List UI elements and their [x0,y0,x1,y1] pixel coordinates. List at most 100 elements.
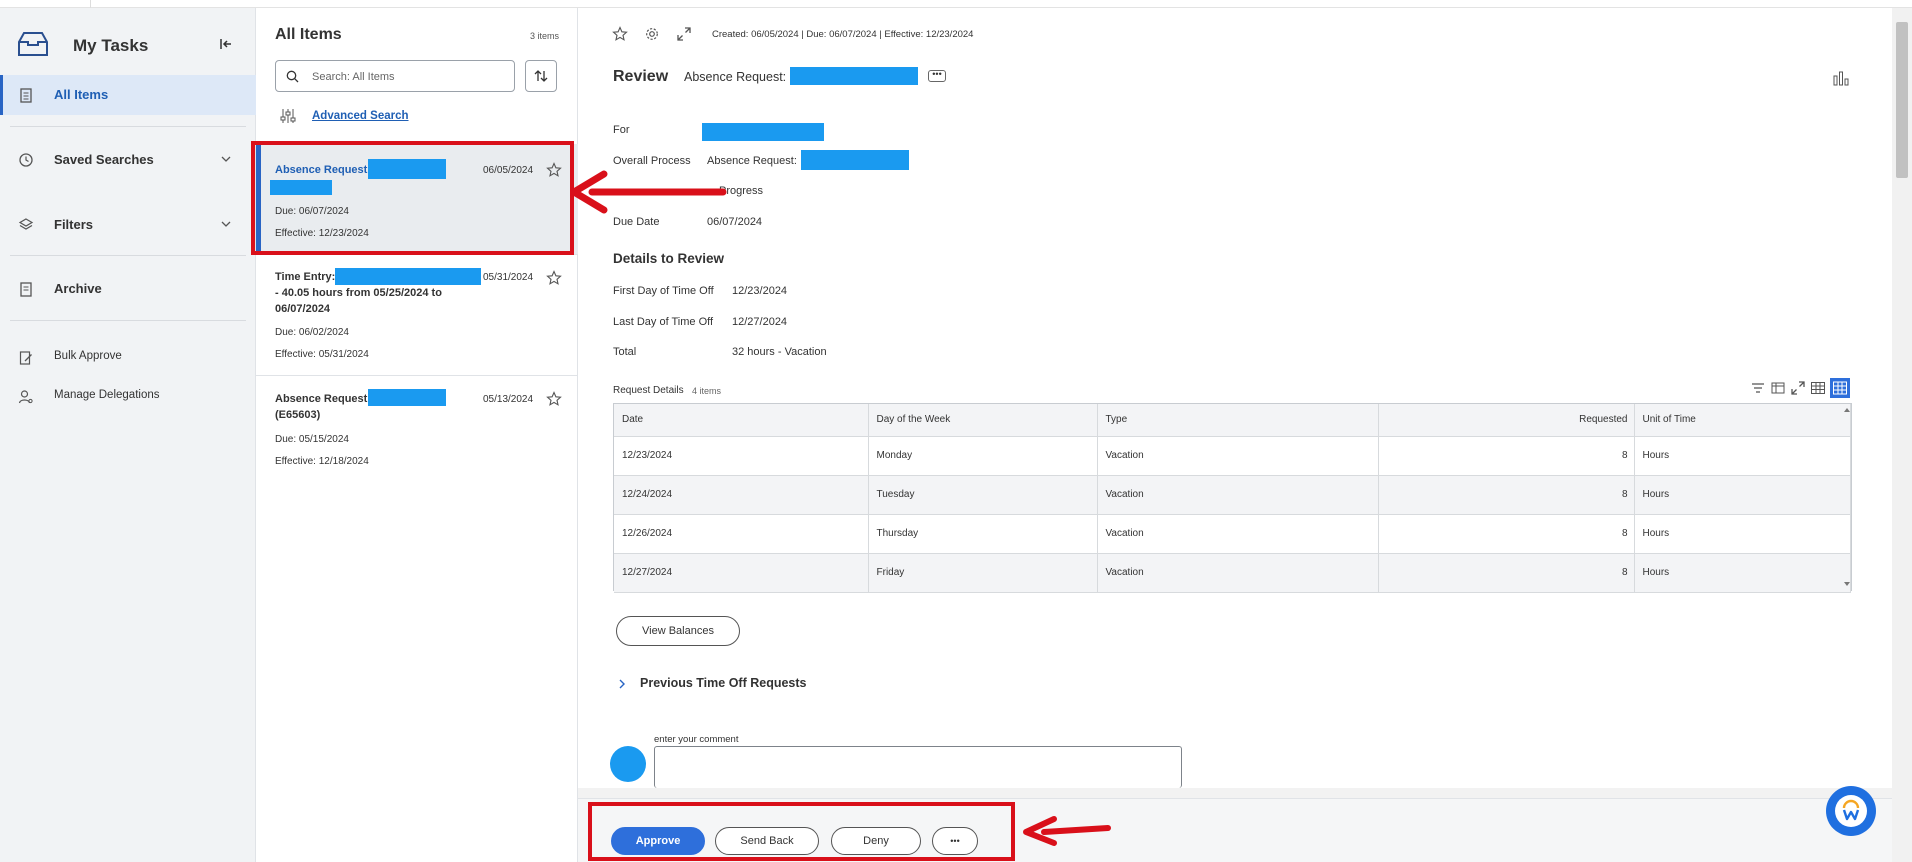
table-cell: Vacation [1097,514,1379,554]
sidebar-item-all-items[interactable]: All Items [0,75,256,115]
table-cell: 8 [1378,553,1635,593]
table-row: 12/24/2024 Tuesday Vacation 8 Hours [614,475,1851,515]
advanced-search-label: Advanced Search [312,110,409,122]
task-list-panel: All Items 3 items Advanced Search Absenc… [256,8,578,862]
sidebar-item-filters[interactable]: Filters [0,205,256,245]
card-title: Time Entry: [275,271,336,283]
sidebar-item-label: Archive [54,281,102,296]
card-title: - 40.05 hours from 05/25/2024 to [275,287,442,299]
redaction-block [368,389,446,406]
star-icon[interactable] [546,270,562,286]
annotation-arrow-icon [570,170,727,214]
horizontal-scrollbar[interactable] [578,788,1892,798]
sidebar-item-label: Manage Delegations [54,389,160,401]
field-label: First Day of Time Off [613,285,714,297]
annotation-arrow-icon [1023,816,1111,846]
table-cell: Vacation [1097,475,1379,515]
table-cell: Friday [868,553,1098,593]
view-balances-button[interactable]: View Balances [616,616,740,646]
table-cell: Tuesday [868,475,1098,515]
sidebar-item-label: Filters [54,217,94,232]
scrollbar-thumb[interactable] [1896,22,1908,178]
avatar [610,746,646,782]
column-header[interactable]: Date [614,404,869,437]
column-header[interactable]: Type [1097,404,1379,437]
table-scrollbar[interactable] [1842,404,1852,590]
table-title: Request Details [613,385,684,396]
table-cell: Vacation [1097,553,1379,593]
collapse-sidebar-icon[interactable] [218,36,234,52]
table-cell: Monday [868,436,1098,476]
column-header[interactable]: Requested [1378,404,1635,437]
sort-arrows-icon [534,70,548,82]
column-header[interactable]: Unit of Time [1634,404,1851,437]
sliders-icon [280,109,296,123]
task-meta: Created: 06/05/2024 | Due: 06/07/2024 | … [712,29,974,40]
table-row: 12/27/2024 Friday Vacation 8 Hours [614,553,1851,593]
card-effective: Effective: 12/18/2024 [275,456,369,467]
column-header[interactable]: Day of the Week [868,404,1098,437]
card-title: (E65603) [275,409,321,421]
divider [10,255,246,256]
bar-chart-icon[interactable] [1832,70,1850,86]
task-detail-panel: Created: 06/05/2024 | Due: 06/07/2024 | … [578,8,1892,862]
table-header-row: Date Day of the Week Type Requested Unit… [614,404,1851,437]
sidebar-item-bulk-approve[interactable]: Bulk Approve [0,338,256,378]
table-cell: 12/23/2024 [614,436,869,476]
layers-icon [18,218,34,230]
columns-icon[interactable] [1770,380,1786,396]
field-value: 32 hours - Vacation [732,346,827,358]
sidebar-item-manage-delegations[interactable]: Manage Delegations [0,377,256,417]
card-date: 05/31/2024 [483,272,534,283]
task-card[interactable]: Absence Request: (E65603) 05/13/2024 Due… [256,376,578,476]
card-due: Due: 05/15/2024 [275,434,349,445]
sidebar-item-label: All Items [54,87,109,102]
table-cell: Vacation [1097,436,1379,476]
gear-icon[interactable] [644,26,660,42]
search-input[interactable] [312,68,502,86]
expand-icon[interactable] [676,26,692,42]
page-title: Review [613,68,669,85]
table-row: 12/26/2024 Thursday Vacation 8 Hours [614,514,1851,554]
help-assistant-button[interactable] [1826,786,1876,836]
search-box [275,60,515,92]
table-cell: Hours [1634,436,1851,476]
page-subtitle: Absence Request: [684,70,787,84]
list-title: All Items [275,26,342,43]
card-due: Due: 06/02/2024 [275,327,349,338]
redaction-block [801,150,909,170]
page-scrollbar[interactable] [1892,8,1912,862]
filter-icon[interactable] [1750,380,1766,396]
table-cell: Hours [1634,553,1851,593]
card-title: 06/07/2024 [275,303,331,315]
expand-icon[interactable] [1790,380,1806,396]
sidebar-item-saved-searches[interactable]: Saved Searches [0,140,256,180]
sort-button[interactable] [525,60,557,92]
annotation-highlight-box [588,802,1015,861]
field-label: Last Day of Time Off [613,316,714,328]
table-view-icon[interactable] [1810,380,1826,396]
sidebar-item-archive[interactable]: Archive [0,269,256,309]
table-cell: Hours [1634,475,1851,515]
sidebar: My Tasks All Items Saved Searches Filter… [0,8,256,862]
comment-field[interactable] [654,746,1182,788]
sidebar-header: My Tasks [0,24,256,70]
field-label: Overall Process [613,155,691,167]
clipboard-icon [20,88,32,103]
item-count: 3 items [530,31,560,41]
star-icon[interactable] [546,391,562,407]
edit-document-icon [19,351,32,365]
card-title: Absence Request: [275,393,371,405]
clipboard-icon [20,282,32,297]
task-card[interactable]: Time Entry: - 40.05 hours from 05/25/202… [256,255,578,375]
star-icon[interactable] [612,26,628,42]
section-title: Previous Time Off Requests [640,676,807,690]
top-bar [0,0,1912,8]
card-date: 05/13/2024 [483,394,534,405]
table-cell: 8 [1378,475,1635,515]
related-actions-button[interactable]: ••• [928,70,946,82]
grid-view-icon[interactable] [1830,378,1850,398]
table-cell: 8 [1378,514,1635,554]
field-value: Absence Request: [707,155,797,167]
table-cell: Thursday [868,514,1098,554]
